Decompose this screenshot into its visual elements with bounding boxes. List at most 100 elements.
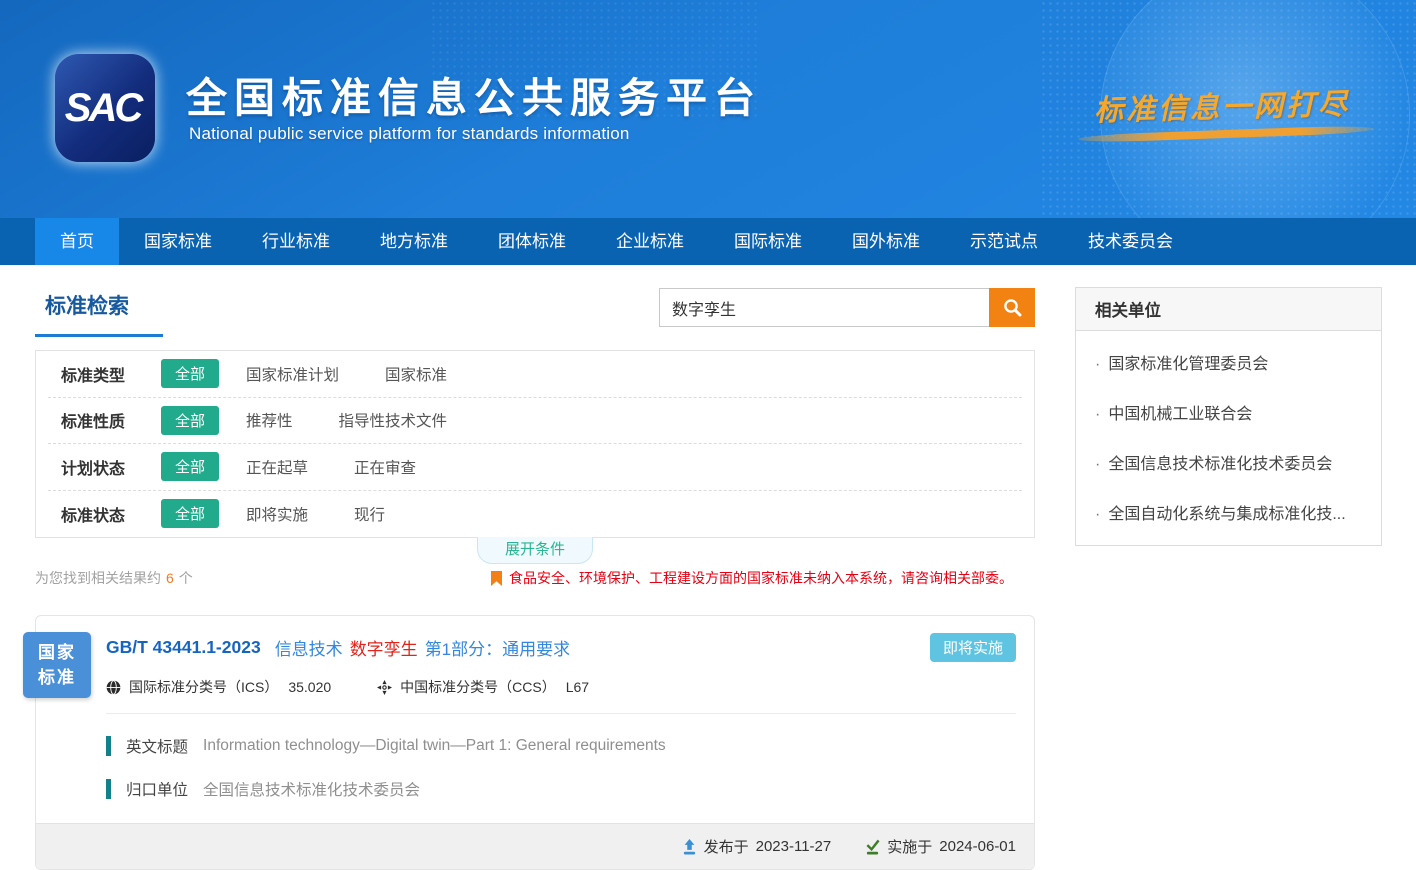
bullet: · (1095, 456, 1100, 474)
nav-item-group-standards[interactable]: 团体标准 (473, 218, 591, 265)
field-accent-bar (106, 779, 111, 799)
bullet: · (1095, 506, 1100, 524)
filter-option[interactable]: 推荐性 (246, 409, 293, 431)
filter-panel: 标准类型 全部 国家标准计划 国家标准 标准性质 全部 推荐性 指导性技术文件 … (35, 350, 1035, 538)
publish-upload-icon (682, 839, 697, 855)
badge-line: 标准 (38, 665, 76, 691)
filter-label: 标准类型 (61, 362, 161, 386)
related-unit-label: 全国信息技术标准化技术委员会 (1108, 450, 1332, 474)
related-unit-link[interactable]: · 全国信息技术标准化技术委员会 (1076, 437, 1381, 487)
search-box (659, 288, 1035, 327)
nav-item-industry-standards[interactable]: 行业标准 (237, 218, 355, 265)
ccs-label: 中国标准分类号（CCS） (400, 677, 556, 697)
site-subtitle: National public service platform for sta… (189, 124, 630, 144)
page-content: 标准检索 标准类型 全部 国家标准计划 国家标准 标准性质 全部 推荐性 (0, 265, 1416, 870)
implemented-label: 实施于 (887, 836, 932, 857)
filter-option[interactable]: 正在审查 (354, 456, 416, 478)
search-section: 标准检索 (35, 287, 1035, 337)
filter-option[interactable]: 指导性技术文件 (339, 409, 448, 431)
implement-check-icon (865, 839, 880, 855)
related-unit-label: 国家标准化管理委员会 (1108, 350, 1268, 374)
notice-text: 食品安全、环境保护、工程建设方面的国家标准未纳入本系统，请咨询相关部委。 (509, 568, 1013, 588)
filter-label: 标准性质 (61, 408, 161, 432)
filter-option[interactable]: 即将实施 (246, 503, 308, 525)
result-card: 国家 标准 GB/T 43441.1-2023 信息技术 数字孪生 第1部分：通… (35, 615, 1035, 870)
site-header: SAC 全国标准信息公共服务平台 National public service… (0, 0, 1416, 218)
standard-title[interactable]: 第1部分：通用要求 (425, 635, 570, 660)
field-row-committee: 归口单位 全国信息技术标准化技术委员会 (106, 778, 1016, 800)
standard-title[interactable]: 信息技术 (275, 635, 343, 660)
related-unit-label: 中国机械工业联合会 (1108, 400, 1252, 424)
implemented-date: 实施于 2024-06-01 (865, 836, 1016, 857)
section-title-standard-search: 标准检索 (35, 287, 163, 337)
published-value: 2023-11-27 (756, 838, 832, 855)
filter-label: 标准状态 (61, 502, 161, 526)
filter-row-standard-type: 标准类型 全部 国家标准计划 国家标准 (48, 351, 1022, 398)
result-card-footer: 发布于 2023-11-27 实施于 2024-06-01 (36, 823, 1034, 869)
nav-item-foreign-standards[interactable]: 国外标准 (827, 218, 945, 265)
globe-icon (106, 680, 121, 695)
filter-label: 计划状态 (61, 455, 161, 479)
filter-row-standard-nature: 标准性质 全部 推荐性 指导性技术文件 (48, 398, 1022, 445)
ics-value: 35.020 (288, 679, 331, 695)
result-count-number: 6 (166, 570, 174, 586)
nav-item-national-standards[interactable]: 国家标准 (119, 218, 237, 265)
related-unit-link[interactable]: · 全国自动化系统与集成标准化技... (1076, 487, 1381, 537)
filter-option[interactable]: 正在起草 (246, 456, 308, 478)
ics-label: 国际标准分类号（ICS） (129, 677, 278, 697)
sac-logo[interactable]: SAC (55, 54, 155, 162)
field-accent-bar (106, 736, 111, 756)
filter-option[interactable]: 现行 (354, 503, 385, 525)
search-term-highlight[interactable]: 数字孪生 (350, 635, 418, 660)
related-unit-link[interactable]: · 国家标准化管理委员会 (1076, 337, 1381, 387)
nav-item-technical-committees[interactable]: 技术委员会 (1063, 218, 1198, 265)
filter-all-button[interactable]: 全部 (161, 452, 219, 481)
classification-row: 国际标准分类号（ICS） 35.020 中国标准分类号（CCS） L67 (106, 677, 1016, 697)
main-column: 标准检索 标准类型 全部 国家标准计划 国家标准 标准性质 全部 推荐性 (35, 287, 1035, 870)
result-card-body: GB/T 43441.1-2023 信息技术 数字孪生 第1部分：通用要求 即将… (36, 616, 1034, 823)
search-icon (1002, 297, 1023, 318)
nav-item-international-standards[interactable]: 国际标准 (709, 218, 827, 265)
related-units-panel: 相关单位 · 国家标准化管理委员会 · 中国机械工业联合会 · 全国信息技术标准… (1075, 287, 1382, 546)
related-units-list: · 国家标准化管理委员会 · 中国机械工业联合会 · 全国信息技术标准化技术委员… (1076, 331, 1381, 537)
filter-all-button[interactable]: 全部 (161, 499, 219, 528)
nav-item-local-standards[interactable]: 地方标准 (355, 218, 473, 265)
nav-item-home[interactable]: 首页 (35, 218, 119, 265)
field-label: 英文标题 (126, 735, 188, 757)
results-bar: 为您找到相关结果约 6个 食品安全、环境保护、工程建设方面的国家标准未纳入本系统，… (35, 568, 1035, 588)
compass-icon (377, 680, 392, 695)
implemented-value: 2024-06-01 (939, 838, 1016, 855)
bullet: · (1095, 356, 1100, 374)
result-title-row: GB/T 43441.1-2023 信息技术 数字孪生 第1部分：通用要求 即将… (106, 633, 1016, 662)
search-input[interactable] (659, 288, 989, 327)
filter-option[interactable]: 国家标准 (385, 363, 447, 385)
filter-all-button[interactable]: 全部 (161, 406, 219, 435)
bullet: · (1095, 406, 1100, 424)
result-count: 为您找到相关结果约 6个 (35, 568, 193, 588)
field-row-english-title: 英文标题 Information technology—Digital twin… (106, 735, 1016, 757)
filter-all-button[interactable]: 全部 (161, 359, 219, 388)
result-count-suffix: 个 (179, 570, 193, 586)
expand-conditions-button[interactable]: 展开条件 (477, 537, 593, 564)
related-unit-link[interactable]: · 中国机械工业联合会 (1076, 387, 1381, 437)
search-button[interactable] (989, 288, 1035, 327)
nav-item-enterprise-standards[interactable]: 企业标准 (591, 218, 709, 265)
published-label: 发布于 (704, 836, 749, 857)
standard-code-link[interactable]: GB/T 43441.1-2023 (106, 637, 261, 658)
site-title: 全国标准信息公共服务平台 (186, 64, 762, 124)
field-value: Information technology—Digital twin—Part… (203, 737, 666, 755)
related-units-title: 相关单位 (1076, 288, 1381, 331)
field-label: 归口单位 (126, 778, 188, 800)
related-unit-label: 全国自动化系统与集成标准化技... (1108, 500, 1345, 524)
badge-line: 国家 (38, 640, 76, 666)
status-badge: 即将实施 (930, 633, 1016, 662)
filter-option[interactable]: 国家标准计划 (246, 363, 339, 385)
filter-row-plan-status: 计划状态 全部 正在起草 正在审查 (48, 444, 1022, 491)
nav-item-pilot-programs[interactable]: 示范试点 (945, 218, 1063, 265)
result-count-prefix: 为您找到相关结果约 (35, 570, 161, 586)
sidebar-column: 相关单位 · 国家标准化管理委员会 · 中国机械工业联合会 · 全国信息技术标准… (1075, 287, 1382, 546)
filter-row-standard-status: 标准状态 全部 即将实施 现行 (48, 491, 1022, 538)
ccs-value: L67 (566, 679, 589, 695)
bookmark-icon (491, 571, 502, 586)
sac-logo-text: SAC (65, 86, 145, 131)
